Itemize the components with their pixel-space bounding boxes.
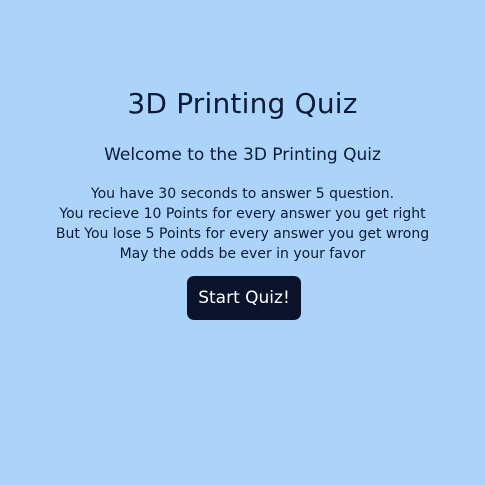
quiz-start-screen: 3D Printing Quiz Welcome to the 3D Print… bbox=[0, 0, 485, 485]
welcome-heading: Welcome to the 3D Printing Quiz bbox=[104, 145, 381, 165]
rule-points-right: You recieve 10 Points for every answer y… bbox=[59, 206, 426, 222]
quiz-rules: You have 30 seconds to answer 5 question… bbox=[0, 184, 485, 264]
page-title: 3D Printing Quiz bbox=[127, 87, 358, 120]
rule-time-limit: You have 30 seconds to answer 5 question… bbox=[90, 186, 395, 202]
rule-good-luck: May the odds be ever in your favor bbox=[119, 246, 366, 262]
rule-points-wrong: But You lose 5 Points for every answer y… bbox=[55, 226, 430, 242]
start-quiz-button[interactable]: Start Quiz! bbox=[187, 276, 301, 320]
